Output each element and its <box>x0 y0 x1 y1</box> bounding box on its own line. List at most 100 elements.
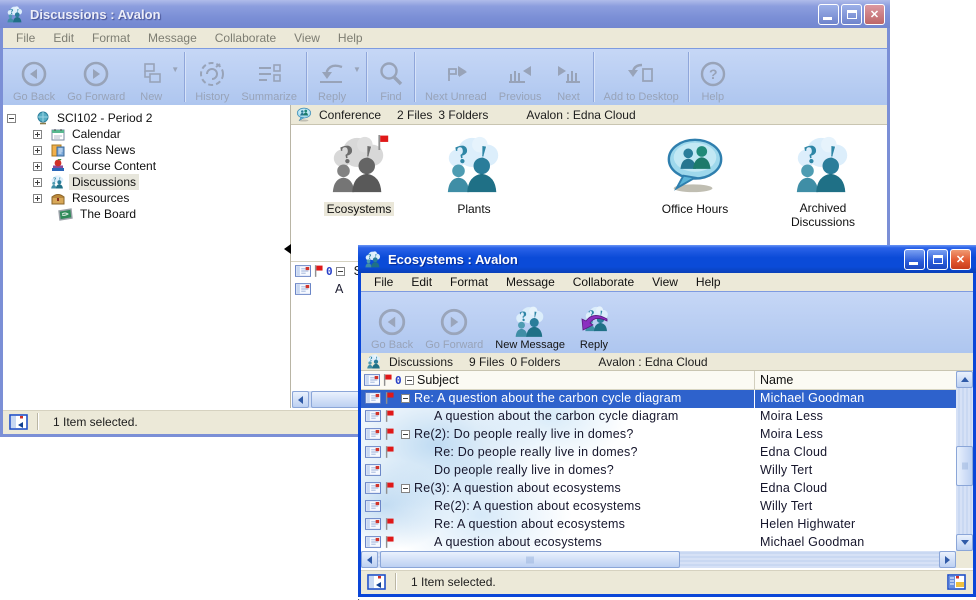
conference-archived-discussions[interactable]: Archived Discussions <box>765 135 881 231</box>
minimize-button[interactable] <box>904 249 925 270</box>
collapse-thread-icon[interactable] <box>401 484 410 493</box>
column-divider[interactable] <box>754 371 755 389</box>
expand-box-icon[interactable] <box>33 162 42 171</box>
tree-item-the-board[interactable]: The Board <box>3 206 290 222</box>
message-row[interactable]: Re(3): A question about ecosystems Edna … <box>361 480 956 498</box>
new-message-button[interactable]: New Message <box>489 292 571 353</box>
new-button[interactable]: New <box>131 55 171 105</box>
collapse-thread-icon[interactable] <box>401 394 410 403</box>
menu-item-collaborate[interactable]: Collaborate <box>564 273 643 291</box>
tree-item-discussions[interactable]: Discussions <box>3 174 290 190</box>
minimize-button[interactable] <box>818 4 839 25</box>
go-back-button[interactable]: Go Back <box>7 49 61 105</box>
menu-item-format[interactable]: Format <box>441 273 497 291</box>
attachment-column-icon[interactable]: 0 <box>395 374 402 387</box>
collapse-box-icon[interactable] <box>7 114 16 123</box>
menu-item-help[interactable]: Help <box>687 273 730 291</box>
tree-item-course[interactable]: SCI102 - Period 2 <box>3 110 290 126</box>
menu-item-file[interactable]: File <box>7 29 44 47</box>
scroll-left-button[interactable] <box>292 391 309 408</box>
tree-item-course-content[interactable]: Course Content <box>3 158 290 174</box>
conference-office-hours[interactable]: Office Hours <box>637 135 753 218</box>
collapse-all-icon[interactable] <box>336 267 345 276</box>
menu-item-message[interactable]: Message <box>497 273 564 291</box>
tree-item-resources[interactable]: Resources <box>3 190 290 206</box>
horizontal-scrollbar[interactable] <box>361 551 956 568</box>
menu-item-edit[interactable]: Edit <box>402 273 441 291</box>
menu-item-file[interactable]: File <box>365 273 402 291</box>
maximize-button[interactable] <box>841 4 862 25</box>
subject-column-header[interactable]: Subject <box>417 373 459 387</box>
reply-button[interactable]: Reply <box>571 292 617 353</box>
message-row[interactable]: Re(2): Do people really live in domes? M… <box>361 426 956 444</box>
message-row[interactable]: A question about the carbon cycle diagra… <box>361 408 956 426</box>
conference-ecosystems[interactable]: Ecosystems <box>301 135 417 218</box>
scrollbar-track[interactable] <box>378 551 939 568</box>
tree-item-class-news[interactable]: Class News <box>3 142 290 158</box>
message-column-icon[interactable] <box>364 374 380 386</box>
menu-item-collaborate[interactable]: Collaborate <box>206 29 285 47</box>
scroll-down-button[interactable] <box>956 534 973 551</box>
collapse-thread-icon[interactable] <box>401 430 410 439</box>
scroll-up-button[interactable] <box>956 371 973 388</box>
flag-column-icon[interactable] <box>314 265 323 277</box>
new-dropdown-arrow[interactable]: ▼ <box>171 65 179 74</box>
tree-item-calendar[interactable]: Calendar <box>3 126 290 142</box>
help-button[interactable]: ? Help <box>693 49 733 105</box>
message-row[interactable]: Re: A question about ecosystems Helen Hi… <box>361 516 956 534</box>
attachment-column-icon[interactable]: 0 <box>326 265 333 278</box>
maximize-button[interactable] <box>927 249 948 270</box>
reply-dropdown-arrow[interactable]: ▼ <box>353 65 361 74</box>
ecosystems-titlebar[interactable]: Ecosystems : Avalon <box>358 245 976 273</box>
flag-column-icon[interactable] <box>383 374 392 386</box>
vertical-scrollbar[interactable] <box>956 371 973 551</box>
collapse-all-icon[interactable] <box>405 376 414 385</box>
message-icon <box>365 482 381 494</box>
go-back-button[interactable]: Go Back <box>365 292 419 353</box>
back-arrow-icon <box>20 58 48 90</box>
menu-item-format[interactable]: Format <box>83 29 139 47</box>
close-button[interactable] <box>950 249 971 270</box>
name-column-header[interactable]: Name <box>760 373 793 387</box>
history-button[interactable]: History <box>189 49 235 105</box>
menu-item-view[interactable]: View <box>643 273 687 291</box>
menu-item-edit[interactable]: Edit <box>44 29 83 47</box>
menu-item-help[interactable]: Help <box>329 29 372 47</box>
layout-grid-icon[interactable] <box>947 573 967 591</box>
panel-toggle-icon[interactable] <box>9 413 29 431</box>
message-row[interactable]: A question about ecosystems Michael Good… <box>361 534 956 551</box>
summarize-button[interactable]: Summarize <box>235 49 303 105</box>
message-icon <box>365 392 381 404</box>
message-row[interactable]: Re: A question about the carbon cycle di… <box>361 390 956 408</box>
expand-box-icon[interactable] <box>33 130 42 139</box>
menu-item-message[interactable]: Message <box>139 29 206 47</box>
panel-toggle-icon[interactable] <box>367 573 387 591</box>
message-icon <box>365 500 381 512</box>
scroll-right-button[interactable] <box>939 551 956 568</box>
scrollbar-thumb[interactable] <box>956 446 973 486</box>
history-globe-icon <box>197 58 227 90</box>
scrollbar-thumb[interactable] <box>380 551 680 568</box>
expand-box-icon[interactable] <box>33 146 42 155</box>
scrollbar-track[interactable] <box>956 388 973 534</box>
add-to-desktop-button[interactable]: Add to Desktop <box>598 49 685 105</box>
expand-box-icon[interactable] <box>33 194 42 203</box>
discussions-titlebar[interactable]: Discussions : Avalon <box>0 0 890 28</box>
next-unread-flag-icon <box>441 58 471 90</box>
close-button[interactable] <box>864 4 885 25</box>
expand-box-icon[interactable] <box>33 178 42 187</box>
previous-button[interactable]: Previous <box>493 49 548 105</box>
message-row[interactable]: Re(2): A question about ecosystems Willy… <box>361 498 956 516</box>
next-button[interactable]: Next <box>548 49 590 105</box>
message-row[interactable]: Do people really live in domes? Willy Te… <box>361 462 956 480</box>
conference-plants[interactable]: Plants <box>416 135 532 218</box>
go-forward-button[interactable]: Go Forward <box>61 49 131 105</box>
go-forward-button[interactable]: Go Forward <box>419 292 489 353</box>
reply-button[interactable]: Reply <box>311 55 353 105</box>
pane-splitter-handle[interactable] <box>284 244 291 254</box>
scroll-left-button[interactable] <box>361 551 378 568</box>
menu-item-view[interactable]: View <box>285 29 329 47</box>
message-row[interactable]: Re: Do people really live in domes? Edna… <box>361 444 956 462</box>
find-button[interactable]: Find <box>371 49 411 105</box>
next-unread-button[interactable]: Next Unread <box>419 49 493 105</box>
